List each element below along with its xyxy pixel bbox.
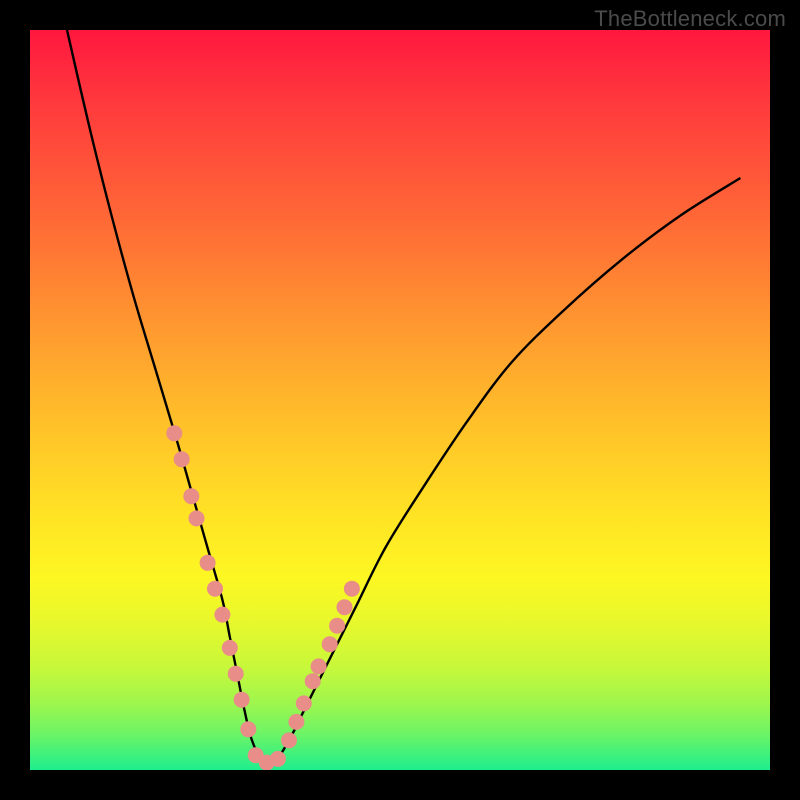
marker-dot [322,636,338,652]
marker-dot [174,451,190,467]
marker-dot [270,751,286,767]
marker-dot [337,599,353,615]
marker-dot [240,721,256,737]
marker-dot [166,425,182,441]
marker-dot [183,488,199,504]
chart-svg [30,30,770,770]
marker-dot [329,618,345,634]
chart-frame: TheBottleneck.com [0,0,800,800]
marker-dot [189,510,205,526]
marker-dot [214,607,230,623]
marker-dot [207,581,223,597]
marker-dot [234,692,250,708]
curve-path [67,30,740,765]
marker-dot [222,640,238,656]
marker-dot [296,695,312,711]
marker-group [166,425,360,770]
watermark-text: TheBottleneck.com [594,6,786,32]
marker-dot [288,714,304,730]
marker-dot [305,673,321,689]
marker-dot [200,555,216,571]
marker-dot [228,666,244,682]
plot-area [30,30,770,770]
marker-dot [311,658,327,674]
marker-dot [281,732,297,748]
marker-dot [344,581,360,597]
